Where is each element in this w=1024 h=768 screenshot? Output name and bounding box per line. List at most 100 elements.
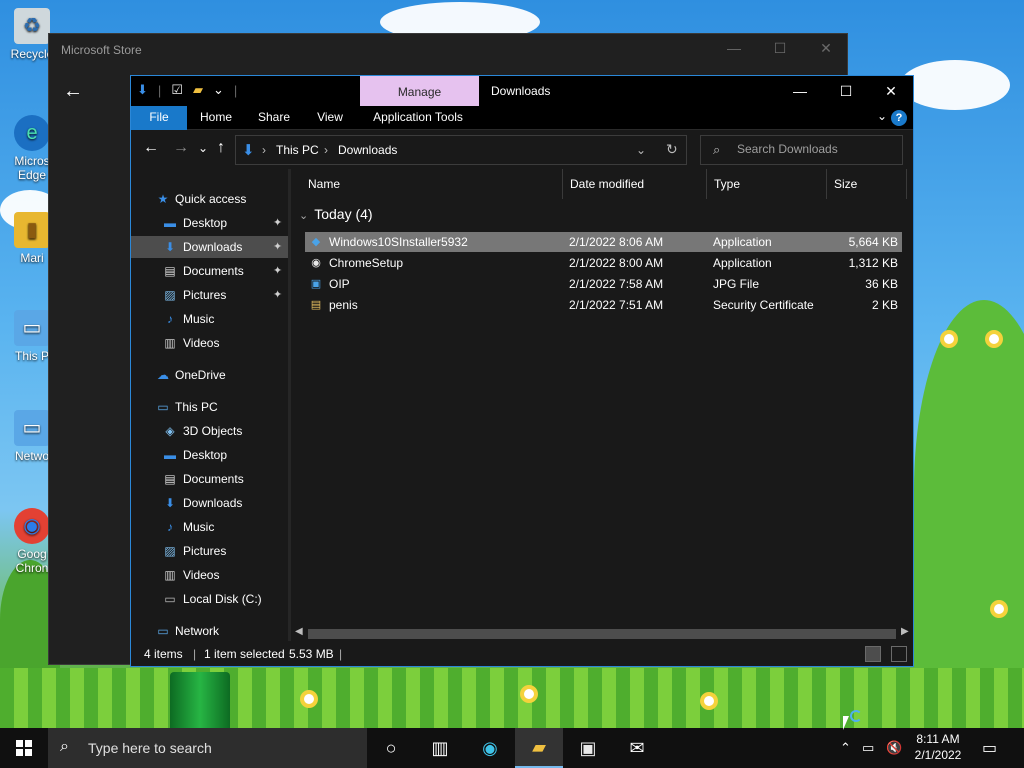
nav-quick-desktop[interactable]: ▬ Desktop ✦ <box>131 212 288 234</box>
customize-toolbar-icon[interactable]: ⌄ <box>213 82 224 98</box>
nav-pc-pictures[interactable]: ▨ Pictures <box>131 540 288 562</box>
back-button[interactable]: ← <box>143 139 159 157</box>
store-back-button[interactable]: ← <box>63 80 83 103</box>
nav-quick-downloads[interactable]: ⬇ Downloads ✦ <box>131 236 288 258</box>
clock-time: 8:11 AM <box>916 732 960 746</box>
tab-share[interactable]: Share <box>251 106 297 130</box>
download-arrow-icon: ⬇ <box>164 496 176 510</box>
store-maximize-button[interactable]: ☐ <box>757 40 803 57</box>
nav-onedrive[interactable]: ☁ OneDrive <box>131 364 288 386</box>
forward-button[interactable]: → <box>173 139 189 157</box>
network-icon[interactable]: ▭ <box>862 740 874 756</box>
nav-label: Desktop <box>183 216 228 230</box>
nav-label: Music <box>183 520 215 534</box>
title-bar[interactable]: ⬇ | ☑ ▰ ⌄ | Manage Downloads — ☐ ✕ <box>131 76 913 106</box>
task-view-icon: ▥ <box>431 737 449 758</box>
separator: | <box>157 82 162 98</box>
column-header-name[interactable]: Name <box>301 169 563 199</box>
task-view-button[interactable]: ▥ <box>416 728 464 768</box>
taskbar-microsoft-store[interactable]: ▣ <box>564 728 612 768</box>
nav-pc-documents[interactable]: ▤ Documents <box>131 468 288 490</box>
green-pipe <box>170 672 230 728</box>
nav-quick-access[interactable]: ★ Quick access <box>131 188 288 210</box>
maximize-button[interactable]: ☐ <box>823 76 869 106</box>
file-size: 1,312 KB <box>848 256 898 270</box>
store-bag-icon: ▣ <box>579 737 597 758</box>
scroll-left-icon[interactable]: ◀ <box>295 626 303 637</box>
address-bar[interactable]: ⬇ › This PC › Downloads ⌄ ↻ <box>235 135 687 165</box>
chrome-icon: ◉ <box>14 508 50 544</box>
help-icon[interactable]: ? <box>891 110 907 126</box>
status-size: 5.53 MB <box>289 647 334 661</box>
refresh-icon[interactable]: ↻ <box>666 141 678 158</box>
scrollbar-thumb[interactable] <box>308 629 896 639</box>
tab-file[interactable]: File <box>131 106 187 130</box>
search-input[interactable] <box>737 142 897 156</box>
chevron-down-icon: ⌄ <box>299 210 309 222</box>
nav-quick-videos[interactable]: ▥ Videos <box>131 332 288 354</box>
nav-label: This PC <box>175 400 218 414</box>
column-header-date-modified[interactable]: Date modified <box>563 169 707 199</box>
nav-quick-music[interactable]: ♪ Music <box>131 308 288 330</box>
tab-home[interactable]: Home <box>193 106 239 130</box>
nav-pc-local-disk[interactable]: ▭ Local Disk (C:) <box>131 588 288 610</box>
tab-application-tools[interactable]: Application Tools <box>365 106 471 130</box>
system-clock[interactable]: 8:11 AM 2/1/2022 <box>905 731 971 763</box>
nav-quick-documents[interactable]: ▤ Documents ✦ <box>131 260 288 282</box>
collapse-ribbon-icon[interactable]: ⌄ <box>877 109 887 123</box>
breadcrumb-separator: › <box>262 143 266 157</box>
volume-muted-icon[interactable]: 🔇 <box>886 740 902 756</box>
nav-network[interactable]: ▭ Network <box>131 620 288 641</box>
computer-icon: ▭ <box>157 400 169 414</box>
group-header-today[interactable]: ⌄ Today (4) <box>299 206 373 222</box>
start-button[interactable] <box>0 728 48 768</box>
table-row[interactable]: ◆ Windows10SInstaller5932 2/1/2022 8:06 … <box>305 232 902 252</box>
store-minimize-button[interactable]: — <box>711 40 757 56</box>
nav-label: Documents <box>183 264 244 278</box>
scroll-right-icon[interactable]: ▶ <box>901 626 909 637</box>
close-button[interactable]: ✕ <box>868 76 914 106</box>
hill <box>914 300 1024 680</box>
address-dropdown-icon[interactable]: ⌄ <box>636 143 646 157</box>
up-button[interactable]: ↑ <box>217 139 225 157</box>
properties-icon[interactable]: ☑ <box>171 82 183 98</box>
table-row[interactable]: ◉ ChromeSetup 2/1/2022 8:00 AM Applicati… <box>305 253 902 273</box>
nav-this-pc[interactable]: ▭ This PC <box>131 396 288 418</box>
tab-manage[interactable]: Manage <box>360 76 479 106</box>
taskbar-file-explorer[interactable]: ▰ <box>515 728 563 768</box>
recent-locations-button[interactable]: ⌄ <box>198 141 208 155</box>
nav-pc-downloads[interactable]: ⬇ Downloads <box>131 492 288 514</box>
store-close-button[interactable]: ✕ <box>803 40 849 57</box>
taskbar-edge[interactable]: ◉ <box>466 728 514 768</box>
table-row[interactable]: ▤ penis 2/1/2022 7:51 AM Security Certif… <box>305 295 902 315</box>
file-explorer-window[interactable]: ⬇ | ☑ ▰ ⌄ | Manage Downloads — ☐ ✕ File … <box>130 75 914 667</box>
nav-label: Music <box>183 312 215 326</box>
desktop-icon: ▬ <box>164 216 176 230</box>
download-arrow-icon: ⬇ <box>137 82 148 97</box>
minimize-button[interactable]: — <box>777 76 823 106</box>
column-header-type[interactable]: Type <box>707 169 827 199</box>
nav-pc-videos[interactable]: ▥ Videos <box>131 564 288 586</box>
nav-quick-pictures[interactable]: ▨ Pictures ✦ <box>131 284 288 306</box>
horizontal-scrollbar[interactable]: ◀ ▶ <box>291 626 913 641</box>
tab-view[interactable]: View <box>307 106 353 130</box>
breadcrumb-this-pc[interactable]: This PC <box>276 143 319 157</box>
document-icon: ▤ <box>164 264 176 278</box>
nav-pc-3d-objects[interactable]: ◈ 3D Objects <box>131 420 288 442</box>
show-hidden-icons-button[interactable]: ⌃ <box>840 740 851 756</box>
search-box[interactable]: ⌕ <box>700 135 903 165</box>
large-icons-view-button[interactable] <box>891 646 907 662</box>
taskbar-search-box[interactable]: ⌕ Type here to search <box>48 728 367 768</box>
nav-pc-music[interactable]: ♪ Music <box>131 516 288 538</box>
file-type: Security Certificate <box>713 298 814 312</box>
taskbar-mail[interactable]: ✉ <box>613 728 661 768</box>
new-folder-icon[interactable]: ▰ <box>193 82 203 98</box>
cortana-button[interactable]: ○ <box>367 728 415 768</box>
table-row[interactable]: ▣ OIP 2/1/2022 7:58 AM JPG File 36 KB <box>305 274 902 294</box>
column-header-size[interactable]: Size <box>827 169 907 199</box>
nav-pc-desktop[interactable]: ▬ Desktop <box>131 444 288 466</box>
breadcrumb-downloads[interactable]: Downloads <box>338 143 397 157</box>
notifications-icon[interactable]: ▭ <box>982 738 997 758</box>
details-view-button[interactable] <box>865 646 881 662</box>
pin-icon: ✦ <box>273 265 283 277</box>
